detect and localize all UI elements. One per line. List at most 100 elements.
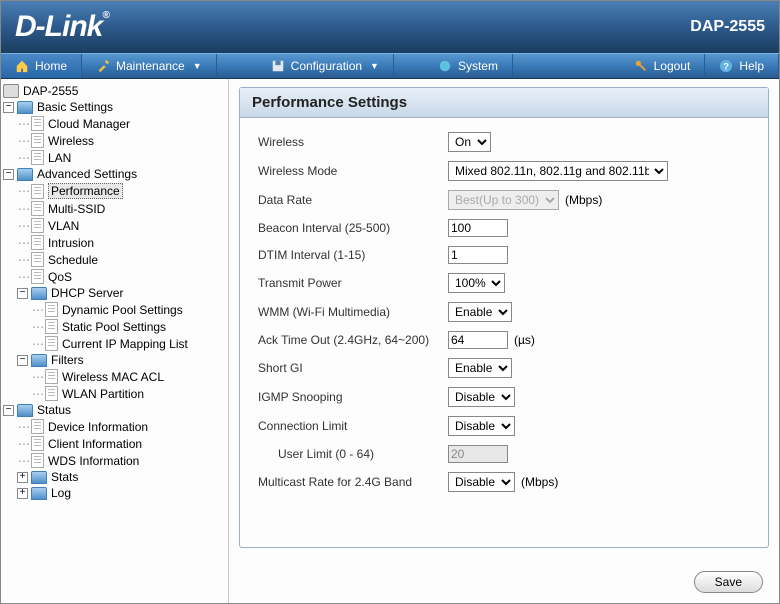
tree-device[interactable]: DAP-2555 — [3, 83, 226, 99]
tree-stats[interactable]: +Stats — [3, 469, 226, 485]
data-rate-unit: (Mbps) — [565, 193, 602, 207]
wireless-mode-label: Wireless Mode — [258, 164, 448, 178]
tree-advanced-settings[interactable]: −Advanced Settings — [3, 166, 226, 182]
tree-ip-mapping[interactable]: ⋯Current IP Mapping List — [3, 335, 226, 352]
dtim-label: DTIM Interval (1-15) — [258, 248, 448, 262]
nav-home[interactable]: Home — [1, 54, 82, 78]
beacon-label: Beacon Interval (25-500) — [258, 221, 448, 235]
data-rate-label: Data Rate — [258, 193, 448, 207]
collapse-icon[interactable]: − — [3, 169, 14, 180]
data-rate-select: Best(Up to 300) — [448, 190, 559, 210]
tree-schedule[interactable]: ⋯Schedule — [3, 251, 226, 268]
save-button[interactable]: Save — [694, 571, 763, 593]
collapse-icon[interactable]: − — [17, 288, 28, 299]
page-icon — [31, 218, 44, 233]
igmp-select[interactable]: Disable — [448, 387, 515, 407]
nav-maintenance[interactable]: Maintenance▼ — [82, 54, 217, 78]
short-gi-select[interactable]: Enable — [448, 358, 512, 378]
folder-icon — [31, 287, 47, 300]
ack-label: Ack Time Out (2.4GHz, 64~200) — [258, 333, 448, 347]
content-area: Performance Settings WirelessOn Wireless… — [229, 79, 779, 603]
wireless-mode-select[interactable]: Mixed 802.11n, 802.11g and 802.11b — [448, 161, 668, 181]
tree-performance[interactable]: ⋯Performance — [3, 182, 226, 200]
wmm-select[interactable]: Enable — [448, 302, 512, 322]
tree-log[interactable]: +Log — [3, 485, 226, 501]
settings-panel: Performance Settings WirelessOn Wireless… — [239, 87, 769, 548]
collapse-icon[interactable]: − — [3, 102, 14, 113]
tree-cloud-manager[interactable]: ⋯Cloud Manager — [3, 115, 226, 132]
tree-lan[interactable]: ⋯LAN — [3, 149, 226, 166]
tree-dhcp-server[interactable]: −DHCP Server — [3, 285, 226, 301]
page-icon — [45, 319, 58, 334]
igmp-label: IGMP Snooping — [258, 390, 448, 404]
folder-icon — [31, 354, 47, 367]
page-icon — [31, 419, 44, 434]
page-icon — [31, 184, 44, 199]
folder-icon — [31, 471, 47, 484]
model-label: DAP-2555 — [690, 18, 765, 36]
sidebar: DAP-2555 −Basic Settings ⋯Cloud Manager … — [1, 79, 229, 603]
page-icon — [31, 252, 44, 267]
svg-text:?: ? — [723, 62, 729, 73]
tree-wds-info[interactable]: ⋯WDS Information — [3, 452, 226, 469]
ack-unit: (µs) — [514, 333, 535, 347]
tree-intrusion[interactable]: ⋯Intrusion — [3, 234, 226, 251]
page-icon — [45, 336, 58, 351]
conn-limit-select[interactable]: Disable — [448, 416, 515, 436]
folder-icon — [17, 101, 33, 114]
chevron-down-icon: ▼ — [370, 61, 379, 71]
page-icon — [31, 269, 44, 284]
wireless-select[interactable]: On — [448, 132, 491, 152]
nav-logout[interactable]: Logout — [620, 54, 706, 78]
disk-icon — [271, 59, 285, 73]
tools-icon — [96, 59, 110, 73]
tree-dynamic-pool[interactable]: ⋯Dynamic Pool Settings — [3, 301, 226, 318]
logo: D-Link® — [15, 10, 109, 44]
conn-limit-label: Connection Limit — [258, 419, 448, 433]
user-limit-label: User Limit (0 - 64) — [258, 447, 448, 461]
device-icon — [3, 84, 19, 98]
page-icon — [31, 235, 44, 250]
expand-icon[interactable]: + — [17, 472, 28, 483]
tx-power-label: Transmit Power — [258, 276, 448, 290]
page-icon — [31, 133, 44, 148]
tree-vlan[interactable]: ⋯VLAN — [3, 217, 226, 234]
tree-client-info[interactable]: ⋯Client Information — [3, 435, 226, 452]
expand-icon[interactable]: + — [17, 488, 28, 499]
tree-basic-settings[interactable]: −Basic Settings — [3, 99, 226, 115]
beacon-input[interactable] — [448, 219, 508, 237]
dtim-input[interactable] — [448, 246, 508, 264]
chevron-down-icon: ▼ — [193, 61, 202, 71]
tree-qos[interactable]: ⋯QoS — [3, 268, 226, 285]
tx-power-select[interactable]: 100% — [448, 273, 505, 293]
mcast-rate-unit: (Mbps) — [521, 475, 558, 489]
nav-help[interactable]: ? Help — [705, 54, 779, 78]
nav-system[interactable]: System — [424, 54, 513, 78]
tree-wlan-partition[interactable]: ⋯WLAN Partition — [3, 385, 226, 402]
page-icon — [31, 150, 44, 165]
short-gi-label: Short GI — [258, 361, 448, 375]
page-icon — [31, 116, 44, 131]
collapse-icon[interactable]: − — [17, 355, 28, 366]
tree-static-pool[interactable]: ⋯Static Pool Settings — [3, 318, 226, 335]
tree-wireless[interactable]: ⋯Wireless — [3, 132, 226, 149]
page-icon — [31, 436, 44, 451]
mcast-rate-label: Multicast Rate for 2.4G Band — [258, 475, 448, 489]
ack-input[interactable] — [448, 331, 508, 349]
page-icon — [31, 201, 44, 216]
page-icon — [45, 302, 58, 317]
tree-device-info[interactable]: ⋯Device Information — [3, 418, 226, 435]
nav-configuration[interactable]: Configuration▼ — [257, 54, 394, 78]
key-icon — [634, 59, 648, 73]
header-bar: D-Link® DAP-2555 — [1, 1, 779, 53]
tree-mac-acl[interactable]: ⋯Wireless MAC ACL — [3, 368, 226, 385]
collapse-icon[interactable]: − — [3, 405, 14, 416]
page-icon — [45, 386, 58, 401]
tree-status[interactable]: −Status — [3, 402, 226, 418]
tree-filters[interactable]: −Filters — [3, 352, 226, 368]
wireless-label: Wireless — [258, 135, 448, 149]
home-icon — [15, 59, 29, 73]
user-limit-input — [448, 445, 508, 463]
mcast-rate-select[interactable]: Disable — [448, 472, 515, 492]
tree-multi-ssid[interactable]: ⋯Multi-SSID — [3, 200, 226, 217]
